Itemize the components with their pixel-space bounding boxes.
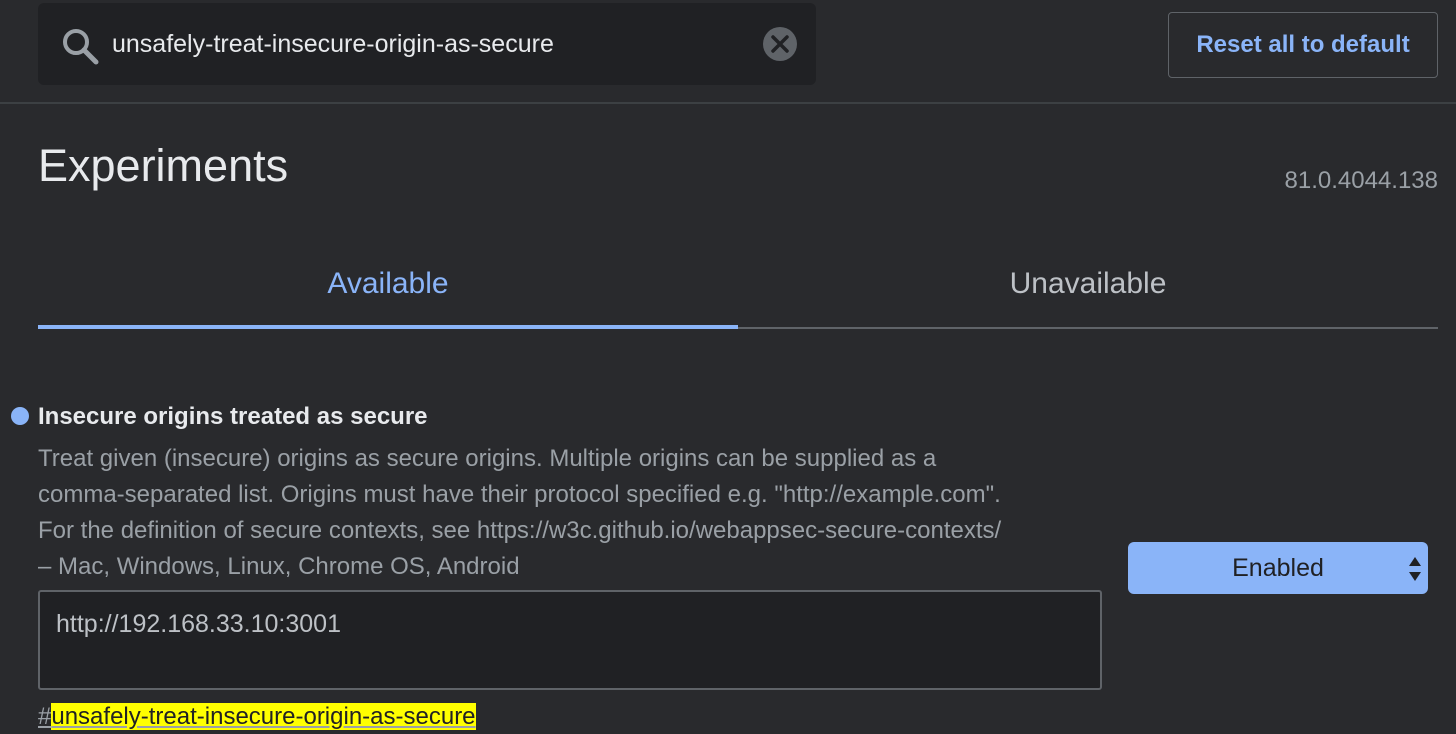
active-tab-indicator [38,325,738,329]
version-label: 81.0.4044.138 [1284,167,1438,194]
experiment-title: Insecure origins treated as secure [38,403,428,430]
experiment-permalink[interactable]: #unsafely-treat-insecure-origin-as-secur… [38,702,476,732]
permalink-search-highlight: unsafely-treat-insecure-origin-as-secure [51,703,476,730]
search-icon [63,29,99,65]
header-divider [0,102,1456,104]
search-input[interactable] [112,22,752,66]
experiment-state-value: Enabled [1232,553,1324,582]
experiment-modified-indicator [11,407,29,425]
reset-all-button[interactable]: Reset all to default [1168,12,1438,78]
clear-search-icon[interactable] [762,26,798,62]
select-arrows-icon [1409,557,1421,581]
tab-bar: Available Unavailable [38,240,1438,330]
tab-unavailable[interactable]: Unavailable [738,240,1438,328]
experiment-description-line: For the definition of secure contexts, s… [38,517,1002,544]
experiment-description-line: comma-separated list. Origins must have … [38,481,1001,508]
experiment-platforms: – Mac, Windows, Linux, Chrome OS, Androi… [38,553,520,580]
permalink-hash: # [38,703,52,730]
experiment-description: Treat given (insecure) origins as secure… [38,441,1118,585]
experiment-description-line: Treat given (insecure) origins as secure… [38,445,937,472]
origins-textarea[interactable]: http://192.168.33.10:3001 [38,590,1102,690]
page-title: Experiments [38,140,289,191]
tab-available[interactable]: Available [38,240,738,328]
flags-page: Reset all to default Experiments 81.0.40… [0,0,1456,734]
experiment-state-select[interactable]: Enabled [1128,542,1428,594]
